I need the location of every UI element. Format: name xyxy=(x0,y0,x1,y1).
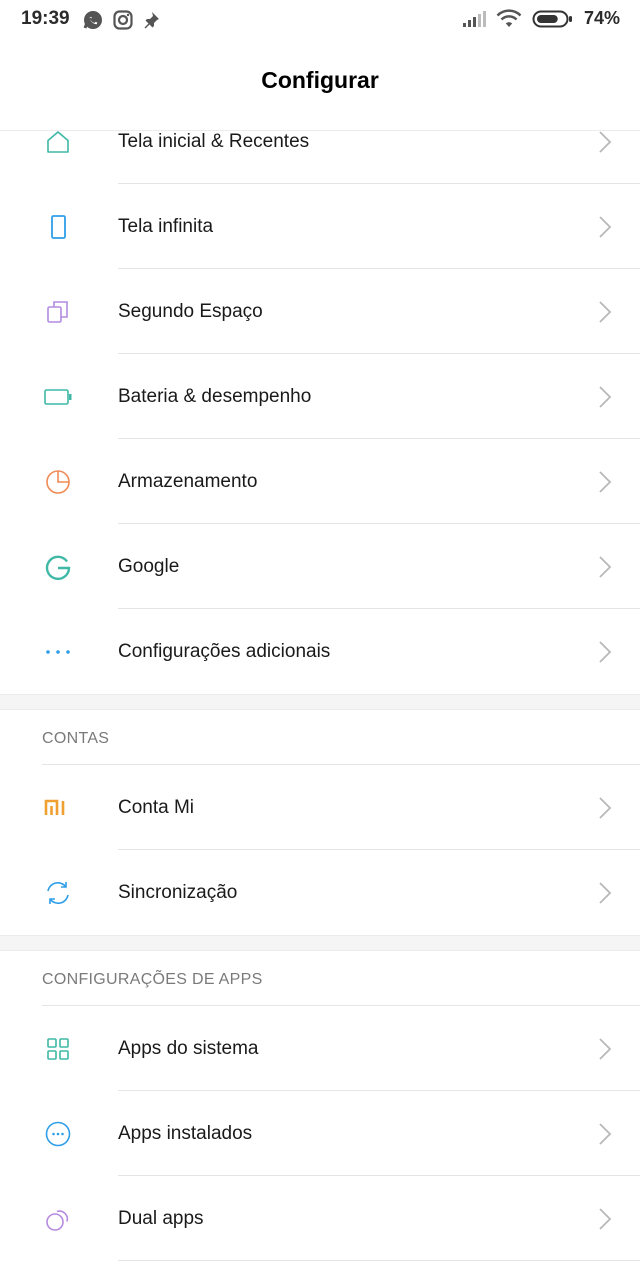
chevron-right-icon xyxy=(599,300,612,323)
chevron-right-icon xyxy=(599,1122,612,1145)
chevron-right-icon xyxy=(599,881,612,904)
section-header: CONFIGURAÇÕES DE APPS xyxy=(0,951,640,1006)
settings-item-system-apps[interactable]: Apps do sistema xyxy=(0,1006,640,1091)
instagram-icon xyxy=(113,10,133,30)
chevron-right-icon xyxy=(599,640,612,663)
battery-percent: 74% xyxy=(583,8,620,28)
settings-item-google[interactable]: Google xyxy=(0,524,640,609)
section-app-settings: CONFIGURAÇÕES DE APPS Apps do sistema Ap… xyxy=(0,951,640,1261)
section-header: CONTAS xyxy=(0,710,640,765)
more-dots-icon xyxy=(42,636,74,668)
google-g-icon xyxy=(42,551,74,583)
settings-item-sync[interactable]: Sincronização xyxy=(0,850,640,935)
row-divider xyxy=(118,1260,640,1261)
second-space-icon xyxy=(42,296,74,328)
notification-icons xyxy=(82,9,164,31)
settings-item-additional[interactable]: Configurações adicionais xyxy=(0,609,640,694)
section-general: Tela inicial & Recentes Tela infinita Se… xyxy=(0,99,640,694)
settings-item-label: Bateria & desempenho xyxy=(118,385,312,407)
battery-icon xyxy=(42,381,74,413)
settings-item-infinite-screen[interactable]: Tela infinita xyxy=(0,184,640,269)
battery-status-icon xyxy=(532,10,572,27)
settings-item-label: Apps instalados xyxy=(118,1122,253,1144)
settings-item-installed-apps[interactable]: Apps instalados xyxy=(0,1091,640,1176)
settings-item-label: Segundo Espaço xyxy=(118,300,263,322)
chevron-right-icon xyxy=(599,796,612,819)
status-right: 74% xyxy=(462,8,620,29)
section-accounts: CONTAS Conta Mi Sincronização xyxy=(0,710,640,935)
settings-item-label: Sincronização xyxy=(118,881,238,903)
settings-item-label: Tela inicial & Recentes xyxy=(118,130,310,152)
settings-item-label: Google xyxy=(118,555,180,577)
dual-apps-icon xyxy=(42,1203,74,1235)
chevron-right-icon xyxy=(599,555,612,578)
settings-item-battery[interactable]: Bateria & desempenho xyxy=(0,354,640,439)
settings-list: Tela inicial & Recentes Tela infinita Se… xyxy=(0,99,640,1261)
status-bar: 19:39 74% xyxy=(0,0,640,40)
whatsapp-icon xyxy=(83,11,102,29)
section-title: CONTAS xyxy=(42,730,110,747)
chevron-right-icon xyxy=(599,130,612,153)
phone-icon xyxy=(42,211,74,243)
signal-icon xyxy=(462,10,486,27)
sync-icon xyxy=(42,877,74,909)
settings-item-dual-apps[interactable]: Dual apps xyxy=(0,1176,640,1261)
mi-logo-icon xyxy=(42,792,74,824)
grid-apps-icon xyxy=(42,1033,74,1065)
settings-item-label: Conta Mi xyxy=(118,796,195,818)
section-title: CONFIGURAÇÕES DE APPS xyxy=(42,971,263,988)
chevron-right-icon xyxy=(599,1037,612,1060)
home-icon xyxy=(42,126,74,158)
chevron-right-icon xyxy=(599,470,612,493)
settings-item-label: Tela infinita xyxy=(118,215,214,237)
section-separator xyxy=(0,694,640,710)
wifi-icon xyxy=(496,8,522,27)
chevron-right-icon xyxy=(599,215,612,238)
settings-item-mi-account[interactable]: Conta Mi xyxy=(0,765,640,850)
installed-apps-icon xyxy=(42,1118,74,1150)
section-separator xyxy=(0,935,640,951)
settings-item-label: Configurações adicionais xyxy=(118,640,331,662)
chevron-right-icon xyxy=(599,1207,612,1230)
settings-item-home-screen[interactable]: Tela inicial & Recentes xyxy=(0,99,640,184)
storage-pie-icon xyxy=(42,466,74,498)
status-time: 19:39 xyxy=(21,8,70,29)
pin-icon xyxy=(144,12,159,29)
page-title: Configurar xyxy=(261,66,379,93)
settings-item-label: Dual apps xyxy=(118,1207,204,1229)
settings-item-label: Armazenamento xyxy=(118,470,258,492)
chevron-right-icon xyxy=(599,385,612,408)
settings-item-label: Apps do sistema xyxy=(118,1037,259,1059)
settings-item-second-space[interactable]: Segundo Espaço xyxy=(0,269,640,354)
settings-item-storage[interactable]: Armazenamento xyxy=(0,439,640,524)
